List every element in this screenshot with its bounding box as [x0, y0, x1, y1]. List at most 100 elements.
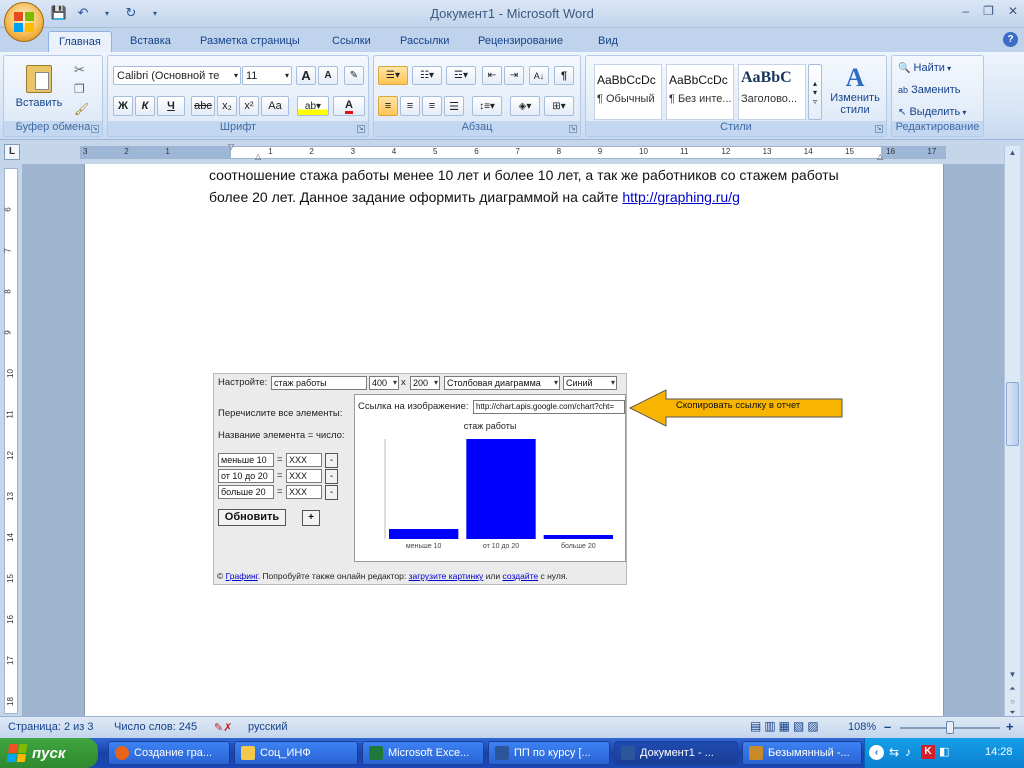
copy-icon[interactable]: ❐ — [74, 82, 85, 96]
office-button[interactable] — [4, 2, 44, 42]
bullets-button[interactable]: ☰▾ — [378, 66, 408, 85]
graphing-link[interactable]: http://graphing.ru/g — [622, 189, 740, 205]
prev-page-icon[interactable]: ⏶ — [1006, 682, 1019, 695]
paste-button[interactable]: Вставить — [10, 60, 68, 114]
help-icon[interactable]: ? — [1003, 32, 1018, 47]
increase-indent-button[interactable]: ⇥ — [504, 66, 524, 85]
start-button[interactable]: пуск — [0, 738, 98, 768]
find-button[interactable]: 🔍 Найти ▾ — [898, 62, 951, 74]
highlight-button[interactable]: ab▾ — [297, 96, 329, 116]
zoom-slider-thumb[interactable] — [946, 721, 954, 734]
document-page[interactable]: соотношение стажа работы менее 10 лет и … — [84, 164, 944, 716]
style-heading[interactable]: AaBbC Заголово... — [738, 64, 806, 120]
tab-references[interactable]: Ссылки — [322, 31, 381, 52]
clipboard-launcher-icon[interactable]: ↘ — [91, 125, 99, 133]
tab-mailings[interactable]: Рассылки — [390, 31, 459, 52]
minimize-button[interactable]: – — [962, 4, 969, 18]
item-name-input[interactable]: от 10 до 20 — [218, 469, 274, 483]
spellcheck-icon[interactable]: ✎✗ — [214, 721, 232, 734]
numbering-button[interactable]: ☷▾ — [412, 66, 442, 85]
add-item-button[interactable]: + — [302, 510, 320, 526]
create-link[interactable]: создайте — [502, 571, 538, 581]
width-select[interactable]: 400 — [369, 376, 399, 390]
tab-page-layout[interactable]: Разметка страницы — [190, 31, 310, 52]
taskbar-item[interactable]: Документ1 - ... — [614, 741, 738, 765]
right-indent-marker[interactable]: △ — [877, 152, 883, 161]
replace-button[interactable]: ab Заменить — [898, 84, 961, 96]
grow-font-button[interactable]: A — [296, 66, 316, 85]
tab-home[interactable]: Главная — [48, 31, 112, 52]
font-name-select[interactable]: Calibri (Основной те ▾ — [113, 66, 241, 85]
shading-button[interactable]: ◈▾ — [510, 96, 540, 116]
show-marks-button[interactable]: ¶ — [554, 66, 574, 85]
taskbar-item[interactable]: Безымянный -... — [742, 741, 862, 765]
align-right-button[interactable]: ≡ — [422, 96, 442, 116]
style-normal[interactable]: AaBbCcDc ¶ Обычный — [594, 64, 662, 120]
line-spacing-button[interactable]: ↕≡▾ — [472, 96, 502, 116]
align-left-button[interactable]: ≡ — [378, 96, 398, 116]
align-center-button[interactable]: ≡ — [400, 96, 420, 116]
height-select[interactable]: 200 — [410, 376, 440, 390]
network-icon[interactable]: ⇆ — [889, 745, 899, 759]
style-no-spacing[interactable]: AaBbCcDc ¶ Без инте... — [666, 64, 734, 120]
vertical-scrollbar[interactable]: ▲ ▼ ⏶ ○ ⏷ — [1004, 146, 1020, 717]
tab-selector[interactable]: L — [4, 144, 20, 160]
tray-arrow-icon[interactable]: ‹ — [869, 745, 884, 760]
language-indicator[interactable]: русский — [248, 721, 287, 733]
view-buttons[interactable]: ▤▥▦▧▨ — [750, 719, 822, 733]
underline-button[interactable]: Ч — [157, 96, 185, 116]
document-text[interactable]: соотношение стажа работы менее 10 лет и … — [209, 164, 869, 208]
ruler-bar[interactable]: 3 2 1 1 2 3 4 5 6 7 8 9 10 11 12 13 14 15 16 17 ▽ △ △ — [80, 142, 946, 161]
multilevel-list-button[interactable]: ☲▾ — [446, 66, 476, 85]
zoom-in-button[interactable]: + — [1006, 719, 1014, 734]
first-line-indent-marker[interactable]: ▽ — [228, 142, 234, 151]
image-link-input[interactable]: http://chart.apis.google.com/chart?cht= — [473, 400, 625, 414]
font-color-button[interactable]: A — [333, 96, 365, 116]
embedded-screenshot[interactable]: Настройте: стаж работы 400 x 200 Столбов… — [213, 373, 627, 585]
antivirus-icon[interactable]: K — [921, 745, 935, 759]
clear-format-button[interactable]: ✎ — [344, 66, 364, 85]
justify-button[interactable]: ☰ — [444, 96, 464, 116]
styles-launcher-icon[interactable]: ↘ — [875, 125, 883, 133]
taskbar-item[interactable]: Создание гра... — [108, 741, 230, 765]
item-value-input[interactable]: XXX — [286, 485, 322, 499]
paragraph-launcher-icon[interactable]: ↘ — [569, 125, 577, 133]
chart-title-input[interactable]: стаж работы — [271, 376, 367, 390]
remove-item-button[interactable]: - — [325, 453, 338, 468]
font-launcher-icon[interactable]: ↘ — [357, 125, 365, 133]
item-value-input[interactable]: XXX — [286, 453, 322, 467]
format-painter-icon[interactable]: 🖌 — [74, 102, 89, 116]
cut-icon[interactable]: ✂ — [74, 62, 85, 78]
volume-icon[interactable]: ♪ — [905, 745, 911, 759]
font-size-select[interactable]: 11 ▾ — [242, 66, 292, 85]
scroll-down-icon[interactable]: ▼ — [1006, 668, 1019, 681]
upload-image-link[interactable]: загрузите картинку — [409, 571, 484, 581]
left-indent-marker[interactable]: △ — [255, 152, 261, 161]
tab-review[interactable]: Рецензирование — [468, 31, 573, 52]
subscript-button[interactable]: x₂ — [217, 96, 237, 116]
change-styles-button[interactable]: A Изменить стили — [826, 60, 884, 120]
update-button[interactable]: Обновить — [218, 509, 286, 526]
scroll-thumb[interactable] — [1006, 382, 1019, 446]
color-select[interactable]: Синий — [563, 376, 617, 390]
graphing-footer-link[interactable]: Графинг — [226, 571, 258, 581]
item-value-input[interactable]: XXX — [286, 469, 322, 483]
borders-button[interactable]: ⊞▾ — [544, 96, 574, 116]
tab-view[interactable]: Вид — [588, 31, 628, 52]
remove-item-button[interactable]: - — [325, 469, 338, 484]
zoom-out-button[interactable]: – — [884, 719, 891, 734]
item-name-input[interactable]: больше 20 — [218, 485, 274, 499]
word-count[interactable]: Число слов: 245 — [114, 721, 197, 733]
bold-button[interactable]: Ж — [113, 96, 133, 116]
taskbar-item[interactable]: Microsoft Exce... — [362, 741, 484, 765]
decrease-indent-button[interactable]: ⇤ — [482, 66, 502, 85]
remove-item-button[interactable]: - — [325, 485, 338, 500]
taskbar-item[interactable]: Соц_ИНФ — [234, 741, 358, 765]
restore-button[interactable]: ❐ — [983, 4, 994, 18]
change-case-button[interactable]: Aa — [261, 96, 289, 116]
shrink-font-button[interactable]: A — [318, 66, 338, 85]
scroll-up-icon[interactable]: ▲ — [1006, 146, 1019, 159]
tab-insert[interactable]: Вставка — [120, 31, 181, 52]
clock[interactable]: 14:28 — [985, 746, 1013, 758]
sort-button[interactable]: A↓ — [529, 66, 549, 85]
